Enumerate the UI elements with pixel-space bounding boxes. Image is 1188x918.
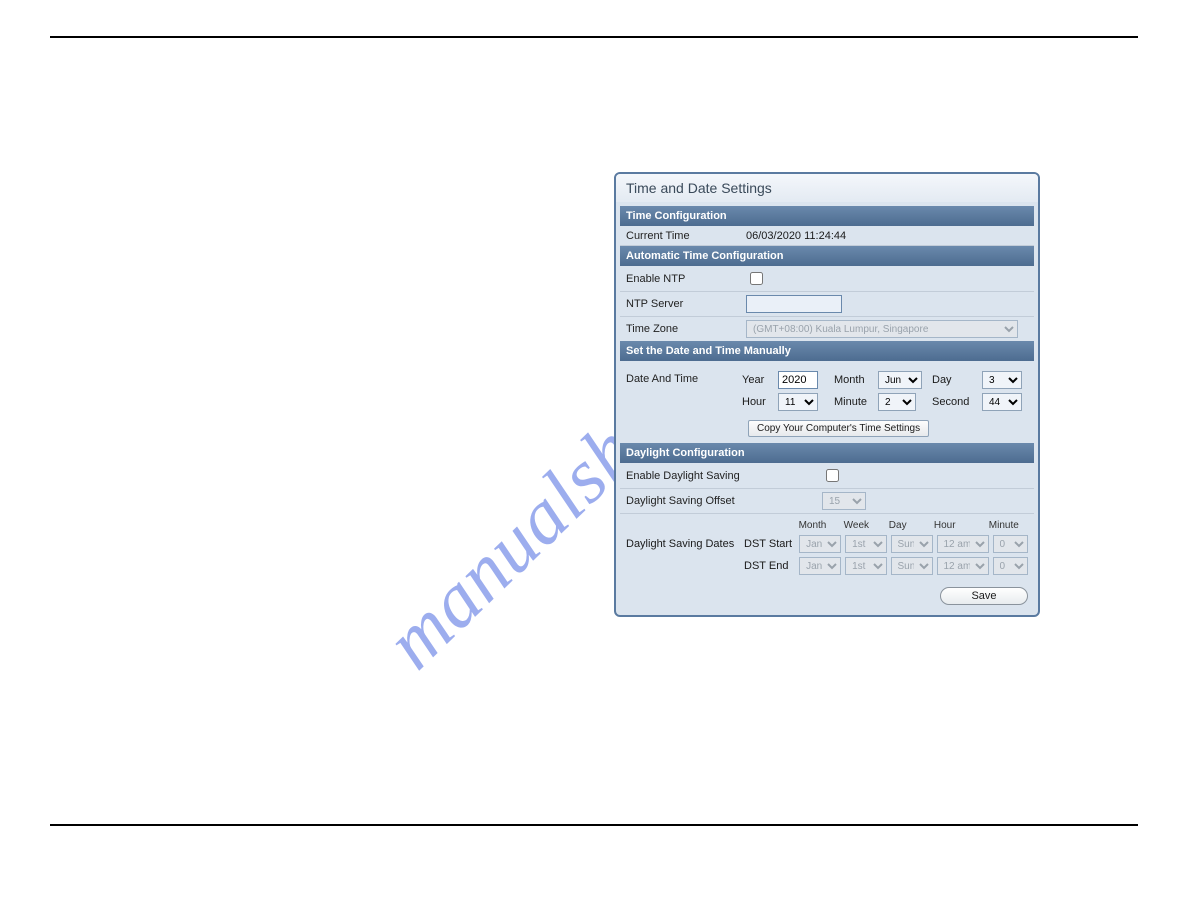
dst-end-minute-select[interactable]: 0: [993, 557, 1029, 575]
col-month: Month: [799, 520, 844, 531]
row-save: Save: [620, 581, 1034, 611]
month-label: Month: [834, 374, 865, 386]
hour-select[interactable]: 11: [778, 393, 818, 411]
date-row: Year Month Jun Day 3: [736, 369, 1028, 391]
copy-computer-time-button[interactable]: Copy Your Computer's Time Settings: [748, 420, 929, 437]
day-select[interactable]: 3: [982, 371, 1022, 389]
row-dst-start: Daylight Saving Dates DST Start Jan 1st …: [620, 533, 1034, 555]
year-label: Year: [742, 374, 764, 386]
time-row: Hour 11 Minute 2 Second 44: [736, 391, 1028, 413]
current-time-value: 06/03/2020 11:24:44: [746, 230, 846, 242]
col-week: Week: [844, 520, 889, 531]
row-daylight-dates: Month Week Day Hour Minute Daylight Savi…: [620, 514, 1034, 581]
minute-label: Minute: [834, 396, 867, 408]
dst-start-label: DST Start: [744, 538, 799, 550]
daylight-offset-label: Daylight Saving Offset: [626, 495, 822, 507]
section-auto-time: Automatic Time Configuration Enable NTP …: [620, 246, 1034, 341]
minute-select[interactable]: 2: [878, 393, 916, 411]
enable-daylight-checkbox[interactable]: [826, 469, 839, 482]
dst-end-month-select[interactable]: Jan: [799, 557, 841, 575]
dst-end-week-select[interactable]: 1st: [845, 557, 886, 575]
col-minute: Minute: [989, 520, 1028, 531]
section-header-manual-time: Set the Date and Time Manually: [620, 341, 1034, 361]
date-and-time-label: Date And Time: [626, 369, 736, 385]
daylight-columns-header: Month Week Day Hour Minute: [620, 520, 1034, 533]
col-hour: Hour: [934, 520, 989, 531]
row-enable-ntp: Enable NTP: [620, 266, 1034, 292]
row-date-and-time: Date And Time Year Month Jun Day 3 Hour …: [620, 361, 1034, 416]
timezone-label: Time Zone: [626, 323, 746, 335]
row-daylight-offset: Daylight Saving Offset 15: [620, 489, 1034, 514]
section-daylight: Daylight Configuration Enable Daylight S…: [620, 443, 1034, 581]
row-enable-daylight: Enable Daylight Saving: [620, 463, 1034, 489]
current-time-label: Current Time: [626, 230, 746, 242]
dst-end-hour-select[interactable]: 12 am: [937, 557, 989, 575]
panel-title: Time and Date Settings: [616, 174, 1038, 202]
enable-ntp-label: Enable NTP: [626, 273, 746, 285]
dst-start-minute-select[interactable]: 0: [993, 535, 1029, 553]
dst-start-hour-select[interactable]: 12 am: [937, 535, 989, 553]
daylight-dates-label: Daylight Saving Dates: [626, 538, 744, 550]
section-time-config: Time Configuration Current Time 06/03/20…: [620, 206, 1034, 246]
row-current-time: Current Time 06/03/2020 11:24:44: [620, 226, 1034, 246]
daylight-offset-select[interactable]: 15: [822, 492, 866, 510]
horizontal-rule-bottom: [50, 824, 1138, 826]
ntp-server-input[interactable]: [746, 295, 842, 313]
section-manual-time: Set the Date and Time Manually Date And …: [620, 341, 1034, 443]
dst-end-label: DST End: [744, 560, 799, 572]
save-button[interactable]: Save: [940, 587, 1028, 605]
day-label: Day: [932, 374, 952, 386]
dst-start-day-select[interactable]: Sun: [891, 535, 933, 553]
timezone-select[interactable]: (GMT+08:00) Kuala Lumpur, Singapore: [746, 320, 1018, 338]
second-label: Second: [932, 396, 969, 408]
section-header-auto-time: Automatic Time Configuration: [620, 246, 1034, 266]
dst-start-month-select[interactable]: Jan: [799, 535, 841, 553]
ntp-server-label: NTP Server: [626, 298, 746, 310]
time-date-settings-panel: Time and Date Settings Time Configuratio…: [614, 172, 1040, 617]
second-select[interactable]: 44: [982, 393, 1022, 411]
row-ntp-server: NTP Server: [620, 292, 1034, 317]
row-timezone: Time Zone (GMT+08:00) Kuala Lumpur, Sing…: [620, 317, 1034, 341]
date-time-grid: Year Month Jun Day 3 Hour 11 Minute 2 Se…: [736, 369, 1028, 413]
dst-end-day-select[interactable]: Sun: [891, 557, 933, 575]
dst-start-week-select[interactable]: 1st: [845, 535, 886, 553]
panel-body: Time Configuration Current Time 06/03/20…: [616, 202, 1038, 615]
year-input[interactable]: [778, 371, 818, 389]
month-select[interactable]: Jun: [878, 371, 922, 389]
section-header-daylight: Daylight Configuration: [620, 443, 1034, 463]
row-dst-end: DST End Jan 1st Sun 12 am 0: [620, 555, 1034, 581]
enable-daylight-label: Enable Daylight Saving: [626, 470, 822, 482]
col-day: Day: [889, 520, 934, 531]
horizontal-rule-top: [50, 36, 1138, 38]
hour-label: Hour: [742, 396, 766, 408]
section-header-time-config: Time Configuration: [620, 206, 1034, 226]
row-copy-button: Copy Your Computer's Time Settings: [620, 416, 1034, 443]
enable-ntp-checkbox[interactable]: [750, 272, 763, 285]
